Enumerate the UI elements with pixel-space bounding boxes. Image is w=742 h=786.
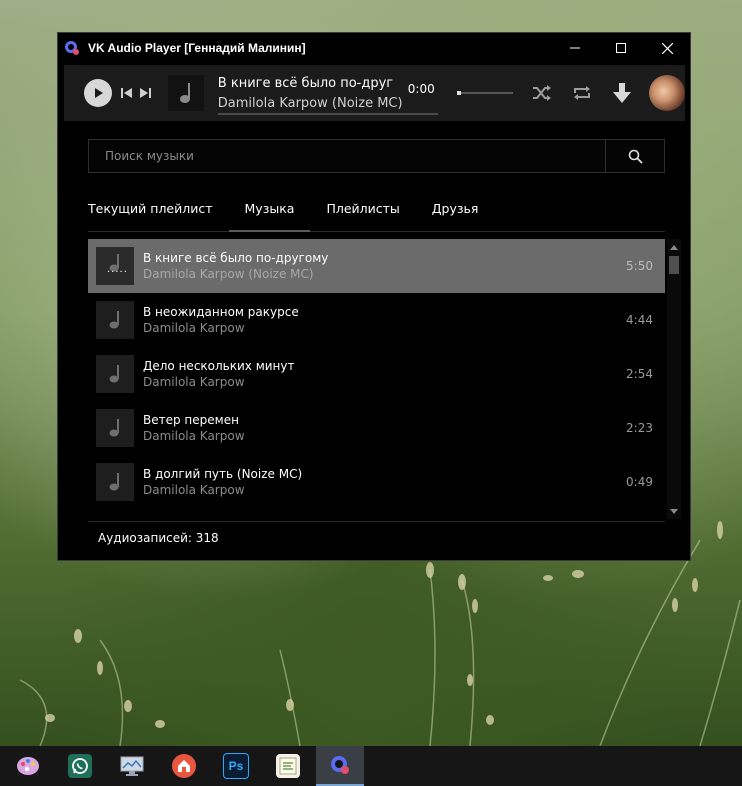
next-track-button[interactable] [138,86,152,100]
track-artist: Damilola Karpow (Noize MC) [143,267,314,281]
shuffle-icon [533,85,552,101]
shuffle-button[interactable] [531,82,553,104]
track-list: ..... В книге всё было по-другому Damilo… [88,239,665,519]
music-note-icon [109,311,119,329]
play-button[interactable] [84,79,112,107]
track-title: В неожиданном ракурсе [143,305,299,319]
whatsapp-icon [68,754,92,778]
taskbar-item-whatsapp[interactable] [56,746,104,786]
music-note-icon [109,365,119,383]
previous-track-button[interactable] [120,86,134,100]
track-title: В долгий путь (Noize MC) [143,467,303,481]
previous-icon [120,88,132,98]
play-icon [94,88,103,98]
track-count: Аудиозаписей: 318 [98,531,219,545]
tab-friends[interactable]: Друзья [416,191,495,231]
track-row[interactable]: В неожиданном ракурсе Damilola Karpow 4:… [88,293,665,347]
track-artist: Damilola Karpow [143,375,245,389]
chevron-up-icon [670,244,678,250]
window-title: VK Audio Player [Геннадий Малинин] [88,41,306,55]
tab-bar: Текущий плейлист Музыка Плейлисты Друзья [88,191,665,232]
maximize-button[interactable] [598,33,644,63]
title-bar[interactable]: VK Audio Player [Геннадий Малинин] [58,33,690,63]
tab-current-playlist[interactable]: Текущий плейлист [88,191,229,231]
now-playing-title: В книге всё было по-друг… [217,76,393,91]
taskbar-item-notepad[interactable] [264,746,312,786]
close-button[interactable] [644,33,690,63]
download-button[interactable] [611,82,633,104]
now-playing-cover [167,75,204,111]
photoshop-icon: Ps [223,753,249,779]
track-list-scrollbar[interactable] [667,239,681,519]
minimize-button[interactable] [552,33,598,63]
track-thumbnail [96,463,134,501]
next-icon [139,88,151,98]
search-input[interactable] [89,140,605,172]
scroll-down-button[interactable] [667,503,681,519]
music-note-icon [109,419,119,437]
app-logo-icon [64,40,80,56]
track-artist: Damilola Karpow [143,429,245,443]
taskbar-item-monitor[interactable] [108,746,156,786]
volume-slider[interactable] [457,91,514,95]
track-row[interactable]: ..... В книге всё было по-другому Damilo… [88,239,665,293]
track-duration: 2:54 [626,367,653,381]
chevron-down-icon [670,508,678,514]
track-thumbnail [96,301,134,339]
notepad-icon [276,754,300,778]
progress-bar[interactable] [217,113,438,115]
download-arrow-icon [613,83,632,103]
track-thumbnail [96,355,134,393]
repeat-icon [574,86,591,100]
track-row[interactable]: Дело нескольких минут Damilola Karpow 2:… [88,347,665,401]
track-duration: 5:50 [626,259,653,273]
repeat-button[interactable] [571,82,593,104]
track-thumbnail [96,409,134,447]
user-avatar[interactable] [649,75,685,111]
playing-indicator: ..... [107,264,128,275]
scroll-up-button[interactable] [667,239,681,255]
track-thumbnail: ..... [96,247,134,285]
taskbar-item-paint[interactable] [4,746,52,786]
search-button[interactable] [605,140,664,172]
search-icon [628,149,643,164]
tab-music[interactable]: Музыка [228,191,311,232]
track-duration: 4:44 [626,313,653,327]
track-title: В книге всё было по-другому [143,251,329,265]
track-title: Дело нескольких минут [143,359,295,373]
track-title: Ветер перемен [143,413,239,427]
paint-icon [16,754,40,778]
taskbar: Ps [0,746,742,786]
home-icon [172,754,196,778]
music-note-icon [109,473,119,491]
player-bar: В книге всё было по-друг… Damilola Karpo… [64,65,685,121]
monitor-icon [120,754,144,778]
taskbar-item-vk-audio-player[interactable] [316,746,364,786]
track-row[interactable]: В долгий путь (Noize MC) Damilola Karpow… [88,455,665,509]
taskbar-item-home[interactable] [160,746,208,786]
track-artist: Damilola Karpow [143,483,245,497]
track-duration: 0:49 [626,475,653,489]
footer-divider [88,521,665,522]
vk-audio-player-icon [328,753,352,777]
search-bar [88,139,665,173]
track-duration: 2:23 [626,421,653,435]
app-window: VK Audio Player [Геннадий Малинин] В кни… [57,32,691,561]
now-playing-time: 0:00 [407,82,435,96]
track-artist: Damilola Karpow [143,321,245,335]
volume-knob[interactable] [457,91,462,95]
now-playing-artist: Damilola Karpow (Noize MC) [217,96,403,111]
tab-playlists[interactable]: Плейлисты [310,191,415,231]
music-note-icon [179,83,190,103]
track-row[interactable]: Ветер перемен Damilola Karpow 2:23 [88,401,665,455]
taskbar-item-photoshop[interactable]: Ps [212,746,260,786]
scroll-thumb[interactable] [669,256,679,274]
now-playing-info: В книге всё было по-друг… Damilola Karpo… [217,71,438,115]
